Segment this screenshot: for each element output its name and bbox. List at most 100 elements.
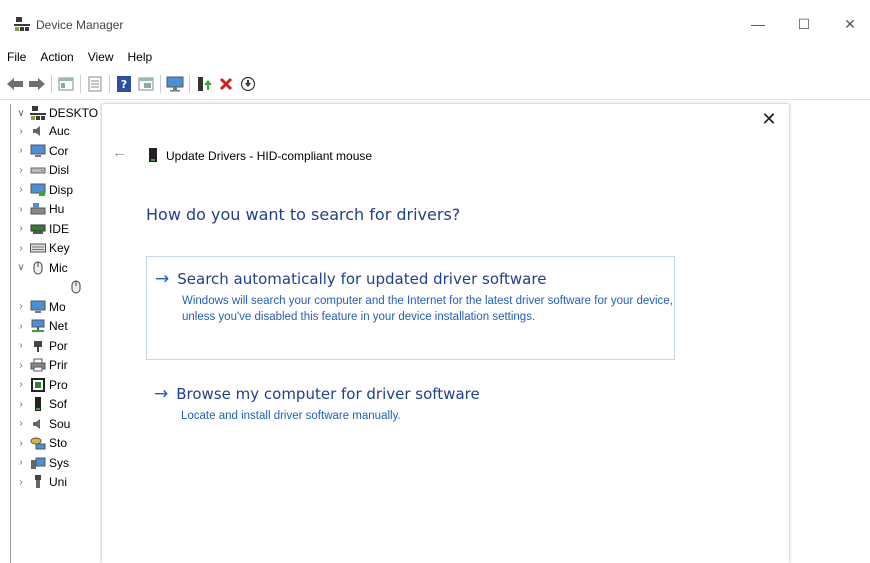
- arrow-right-icon: →: [154, 384, 169, 404]
- menu-action[interactable]: Action: [33, 47, 80, 67]
- chevron-right-icon[interactable]: ›: [15, 145, 27, 156]
- help-button[interactable]: ?: [113, 73, 135, 95]
- close-icon: ✕: [761, 109, 777, 129]
- chevron-right-icon[interactable]: ›: [15, 399, 27, 410]
- tree-item[interactable]: › Cor: [15, 142, 68, 160]
- tree-item[interactable]: › Uni: [15, 473, 67, 491]
- tree-item-label: Pro: [49, 377, 68, 392]
- tree-item[interactable]: › Sof: [15, 395, 67, 413]
- tree-item[interactable]: › Hu: [15, 200, 64, 218]
- software-icon: [30, 396, 46, 412]
- update-drivers-dialog: ✕ ← Update Drivers - HID-compliant mouse…: [102, 104, 789, 563]
- tree-item[interactable]: › Sto: [15, 434, 67, 452]
- tree-item[interactable]: › Sys: [15, 454, 69, 472]
- download-icon: [240, 76, 256, 92]
- tree-item[interactable]: › Net: [15, 317, 67, 335]
- tree-item[interactable]: › Disp: [15, 181, 73, 199]
- chevron-right-icon[interactable]: ›: [15, 321, 27, 332]
- toolbar: ?: [0, 72, 870, 96]
- chevron-right-icon[interactable]: ›: [15, 204, 27, 215]
- toolbar-separator: [189, 75, 190, 93]
- sound-icon: [30, 416, 46, 432]
- network-icon: [30, 318, 46, 334]
- title-bar: Device Manager — ☐ ✕: [0, 0, 870, 40]
- close-icon: ✕: [844, 15, 856, 32]
- tree-item-label: Prir: [49, 358, 68, 372]
- tree-item[interactable]: › Por: [15, 337, 67, 355]
- tree-item[interactable]: ∨ Mic: [15, 259, 68, 277]
- minimize-button[interactable]: —: [735, 10, 781, 38]
- chevron-right-icon[interactable]: ›: [15, 126, 27, 137]
- tree-item[interactable]: › Sou: [15, 415, 70, 433]
- chevron-right-icon[interactable]: ›: [15, 184, 27, 195]
- uninstall-icon: [219, 77, 233, 91]
- tree-item-label: Sou: [49, 416, 71, 431]
- scan-hardware-button[interactable]: [164, 73, 186, 95]
- chevron-down-icon[interactable]: ∨: [15, 108, 27, 119]
- tree-item[interactable]: › Pro: [15, 376, 68, 394]
- chevron-right-icon[interactable]: ›: [15, 340, 27, 351]
- resource-view-icon: [138, 77, 154, 91]
- option-title: Search automatically for updated driver …: [177, 270, 547, 288]
- chevron-right-icon[interactable]: ›: [15, 243, 27, 254]
- dialog-close-button[interactable]: ✕: [759, 109, 779, 129]
- update-driver-icon: [198, 77, 212, 91]
- tree-item-label: Sys: [49, 455, 70, 470]
- ide-icon: [30, 221, 46, 237]
- enable-device-button[interactable]: [237, 73, 259, 95]
- tree-item[interactable]: › Mo: [15, 298, 65, 316]
- menu-help[interactable]: Help: [121, 47, 160, 67]
- chevron-right-icon[interactable]: ›: [15, 165, 27, 176]
- chevron-right-icon[interactable]: ›: [15, 301, 27, 312]
- computer-icon: [30, 143, 46, 159]
- tree-item[interactable]: [65, 278, 87, 296]
- maximize-button[interactable]: ☐: [781, 10, 827, 38]
- chevron-right-icon[interactable]: ›: [15, 379, 27, 390]
- dialog-question: How do you want to search for drivers?: [146, 205, 461, 224]
- dialog-title: Update Drivers - HID-compliant mouse: [166, 149, 373, 163]
- properties-icon: [58, 77, 74, 91]
- storage-icon: [30, 435, 46, 451]
- menu-view[interactable]: View: [81, 47, 121, 67]
- properties-button[interactable]: [55, 73, 77, 95]
- back-arrow-icon: ←: [112, 144, 127, 161]
- list-view-button[interactable]: [84, 73, 106, 95]
- chevron-right-icon[interactable]: ›: [15, 223, 27, 234]
- usb-icon: [30, 474, 46, 490]
- menu-file[interactable]: File: [0, 47, 33, 67]
- tree-item[interactable]: › Prir: [15, 356, 68, 374]
- close-button[interactable]: ✕: [827, 10, 870, 38]
- update-driver-button[interactable]: [193, 73, 215, 95]
- arrow-right-icon: →: [155, 269, 170, 289]
- chevron-right-icon[interactable]: ›: [15, 418, 27, 429]
- forward-button[interactable]: [26, 73, 48, 95]
- tree-item-label: IDE: [49, 221, 70, 236]
- tree-item-label: Auc: [49, 124, 70, 138]
- chevron-down-icon[interactable]: ∨: [15, 262, 27, 273]
- chevron-right-icon[interactable]: ›: [15, 360, 27, 371]
- tree-item[interactable]: › IDE: [15, 220, 69, 238]
- tree-item[interactable]: › Key: [15, 239, 69, 257]
- keyboard-icon: [30, 240, 46, 256]
- browse-computer-option[interactable]: → Browse my computer for driver software…: [146, 372, 675, 432]
- option-description: Locate and install driver software manua…: [181, 410, 401, 422]
- device-icon: [149, 148, 157, 162]
- tree-root[interactable]: ∨ DESKTO: [15, 104, 98, 122]
- computer-icon: [30, 105, 46, 121]
- monitor-icon: [166, 76, 184, 92]
- window-title: Device Manager: [36, 18, 124, 32]
- back-button[interactable]: [4, 73, 26, 95]
- tree-item-label: Sof: [49, 397, 68, 411]
- search-automatically-option[interactable]: → Search automatically for updated drive…: [146, 256, 675, 360]
- tree-item-label: Mic: [49, 260, 68, 275]
- chevron-right-icon[interactable]: ›: [15, 457, 27, 468]
- dialog-back-button[interactable]: ←: [112, 144, 127, 161]
- tree-item[interactable]: › Disl: [15, 161, 69, 179]
- chevron-right-icon[interactable]: ›: [15, 438, 27, 449]
- resource-view-button[interactable]: [135, 73, 157, 95]
- tree-item-label: Disp: [49, 182, 74, 197]
- port-icon: [30, 338, 46, 354]
- tree-item[interactable]: › Auc: [15, 122, 70, 140]
- uninstall-button[interactable]: [215, 73, 237, 95]
- chevron-right-icon[interactable]: ›: [15, 477, 27, 488]
